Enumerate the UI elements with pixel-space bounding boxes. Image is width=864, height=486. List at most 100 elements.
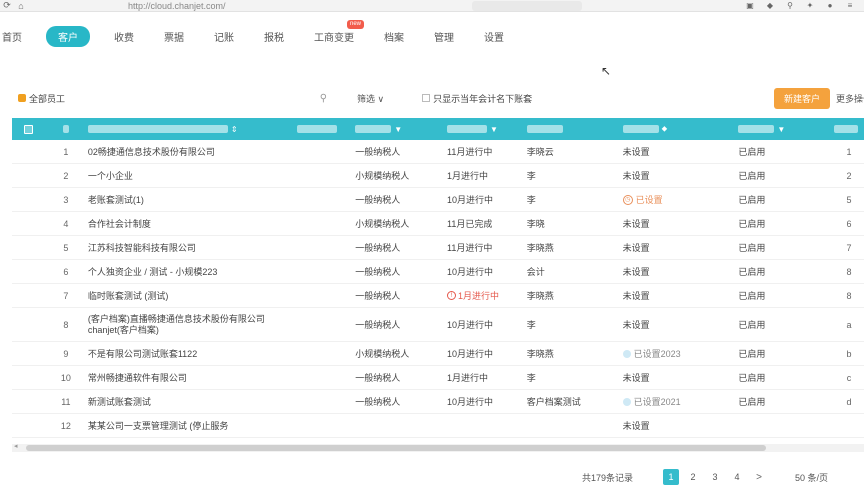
table-row[interactable]: 5 江苏科技智能科技有限公司 一般纳税人 11月进行中 李晓燕 未设置 已启用 7	[12, 236, 864, 260]
setting-cell[interactable]: 未设置	[623, 419, 739, 432]
customer-name-link[interactable]: 新测试账套测试	[88, 395, 298, 408]
header-setting[interactable]: ⬥	[622, 124, 739, 134]
nav-home[interactable]: 首页	[0, 26, 28, 47]
setting-cell[interactable]: 已设置2021	[622, 395, 739, 408]
table-row[interactable]: 10 常州畅捷通软件有限公司 一般纳税人 1月进行中 李 未设置 已启用 c	[12, 366, 864, 390]
filter-icon[interactable]: ▼	[490, 125, 498, 134]
nav-tax[interactable]: 报税	[258, 26, 290, 47]
status-cell: 已启用	[738, 373, 766, 383]
settings-icon[interactable]: ✦	[804, 1, 816, 10]
browser-search-box[interactable]	[472, 0, 582, 11]
customer-name-link[interactable]: 合作社会计制度	[88, 217, 298, 230]
filter-icon[interactable]: ▼	[777, 125, 785, 134]
customer-name-cell[interactable]: 临时账套测试 (测试)	[84, 289, 298, 302]
table-row[interactable]: 9 不是有限公司测试账套1122 小规模纳税人 10月进行中 李晓燕 已设置2023 已启用…	[12, 342, 864, 366]
profile-icon[interactable]: ▣	[744, 1, 756, 10]
filter-icon[interactable]: ▼	[394, 125, 402, 134]
select-all-checkbox[interactable]	[12, 124, 48, 134]
customer-name-link[interactable]: 02畅捷通信息技术股份有限公司	[88, 145, 298, 158]
header-customer-name[interactable]: ⇕	[84, 125, 298, 134]
table-row[interactable]: 11 新测试账套测试 一般纳税人 10月进行中 客户档案测试 已设置2021 已启用 d	[12, 390, 864, 414]
table-row[interactable]: 6 个人独资企业 / 测试 - 小规模223 一般纳税人 10月进行中 会计 未设置 已启用…	[12, 260, 864, 284]
customer-name-cell[interactable]: 老账套测试(1)	[84, 193, 298, 206]
customer-name-link[interactable]: 常州畅捷通软件有限公司	[88, 371, 298, 384]
horizontal-scrollbar[interactable]: ◂	[12, 442, 864, 452]
all-staff-filter[interactable]: 全部员工	[18, 92, 65, 105]
search-icon[interactable]: ⚲	[784, 1, 796, 10]
own-accounts-checkbox[interactable]: 只显示当年会计名下账套	[422, 92, 532, 105]
table-row[interactable]: 12 某某公司一支票管理测试 (停止服务 未设置	[12, 414, 864, 438]
page-size-select[interactable]: 50 条/页	[795, 471, 828, 484]
nav-business-change[interactable]: 工商变更 new	[308, 19, 364, 47]
main-nav: 首页 客户 收费 票据 记账 报税 工商变更 new 档案 管理 设置	[0, 19, 864, 50]
header-accountant[interactable]	[526, 125, 623, 133]
setting-cell[interactable]: 未设置	[623, 217, 739, 230]
customer-name-cell[interactable]: 02畅捷通信息技术股份有限公司	[84, 145, 298, 158]
setting-cell[interactable]: ◷ 已设置	[622, 193, 739, 206]
table-row[interactable]: 3 老账套测试(1) 一般纳税人 10月进行中李 ◷ 已设置 已启用 5	[12, 188, 864, 212]
nav-settings[interactable]: 设置	[478, 26, 510, 47]
customer-name-cell[interactable]: 某某公司一支票管理测试 (停止服务	[84, 419, 298, 432]
nav-invoices[interactable]: 票据	[158, 26, 190, 47]
avatar-icon[interactable]: ●	[824, 1, 836, 10]
customer-search-input[interactable]: ⚲	[177, 91, 327, 105]
customer-name-link[interactable]: 老账套测试(1)	[88, 193, 298, 206]
scrollbar-thumb[interactable]	[26, 445, 766, 451]
more-actions-button[interactable]: 更多操作	[836, 92, 864, 105]
header-status[interactable]: ▼	[738, 125, 834, 134]
table-row[interactable]: 4 合作社会计制度 小规模纳税人 11月已完成 李晓 未设置 已启用 6	[12, 212, 864, 236]
customer-name-link[interactable]: 一个小企业	[88, 169, 298, 182]
setting-cell[interactable]: 未设置	[623, 169, 739, 182]
setting-cell[interactable]: 未设置	[623, 371, 739, 384]
new-customer-button[interactable]: 新建客户	[773, 87, 830, 109]
setting-cell[interactable]: 未设置	[623, 241, 739, 254]
home-icon[interactable]: ⌂	[14, 0, 28, 11]
table-row[interactable]: 1 02畅捷通信息技术股份有限公司 一般纳税人 11月进行中 李晓云 未设置 已启用 1	[12, 140, 864, 164]
address-bar[interactable]: http://cloud.chanjet.com/	[128, 1, 358, 11]
table-row[interactable]: 2 一个小企业 小规模纳税人 1月进行中 李 未设置 已启用 2	[12, 164, 864, 188]
nav-billing[interactable]: 收费	[108, 26, 140, 47]
customer-name-link[interactable]: 临时账套测试 (测试)	[88, 289, 298, 302]
puzzle-icon[interactable]: ◆	[764, 1, 776, 10]
customer-name-link[interactable]: 江苏科技智能科技有限公司	[88, 241, 298, 254]
customer-name-cell[interactable]: 江苏科技智能科技有限公司	[84, 241, 298, 254]
customer-name-link[interactable]: 个人独资企业 / 测试 - 小规模223	[88, 265, 298, 278]
customer-name-cell[interactable]: 一个小企业	[84, 169, 298, 182]
table-row[interactable]: 8 (客户档案)直播畅捷通信息技术股份有限公司chanjet(客户档案) 一般纳税人…	[12, 308, 864, 342]
menu-icon[interactable]: ≡	[844, 1, 856, 10]
nav-archive[interactable]: 档案	[378, 26, 410, 47]
nav-bookkeeping[interactable]: 记账	[208, 26, 240, 47]
customer-name-link[interactable]: 不是有限公司测试账套1122	[88, 347, 298, 360]
nav-manage[interactable]: 管理	[428, 26, 460, 47]
customer-name-cell[interactable]: 常州畅捷通软件有限公司	[84, 371, 298, 384]
customer-name-cell[interactable]: (客户档案)直播畅捷通信息技术股份有限公司chanjet(客户档案)	[84, 314, 298, 336]
sort-icon[interactable]: ⇕	[231, 125, 238, 134]
nav-customers[interactable]: 客户	[46, 25, 90, 47]
header-period[interactable]: ▼	[446, 125, 527, 134]
table-row[interactable]: 7 临时账套测试 (测试) 一般纳税人! 1月进行中 李晓燕 未设置 已启用 8	[12, 284, 864, 308]
filter-dropdown[interactable]: 筛选 ∨	[357, 92, 384, 105]
customer-name-link[interactable]: (客户档案)直播畅捷通信息技术股份有限公司chanjet(客户档案)	[88, 314, 298, 336]
next-page-icon[interactable]: >	[751, 469, 767, 485]
page-2[interactable]: 2	[685, 469, 701, 485]
reload-icon[interactable]: ⟳	[0, 0, 14, 11]
customer-name-cell[interactable]: 合作社会计制度	[84, 217, 298, 230]
scroll-left-icon[interactable]: ◂	[14, 442, 18, 450]
setting-cell[interactable]: 未设置	[623, 145, 739, 158]
setting-cell[interactable]: 未设置	[623, 318, 739, 331]
page-3[interactable]: 3	[707, 469, 723, 485]
customer-name-cell[interactable]: 新测试账套测试	[84, 395, 298, 408]
header-taxpayer-type[interactable]: ▼	[355, 125, 447, 134]
customer-name-cell[interactable]: 个人独资企业 / 测试 - 小规模223	[84, 265, 298, 278]
setting-cell[interactable]: 未设置	[623, 265, 739, 278]
page-1[interactable]: 1	[663, 469, 680, 485]
checkbox-box[interactable]	[24, 124, 33, 134]
filter-icon[interactable]: ⬥	[662, 124, 668, 134]
customer-name-cell[interactable]: 不是有限公司测试账套1122	[84, 347, 298, 360]
checkbox-box[interactable]	[422, 94, 431, 102]
page-4[interactable]: 4	[729, 469, 745, 485]
search-icon[interactable]: ⚲	[320, 93, 327, 104]
customer-name-link[interactable]: 某某公司一支票管理测试 (停止服务	[88, 419, 298, 432]
setting-cell[interactable]: 未设置	[623, 289, 739, 302]
setting-cell[interactable]: 已设置2023	[622, 347, 739, 360]
